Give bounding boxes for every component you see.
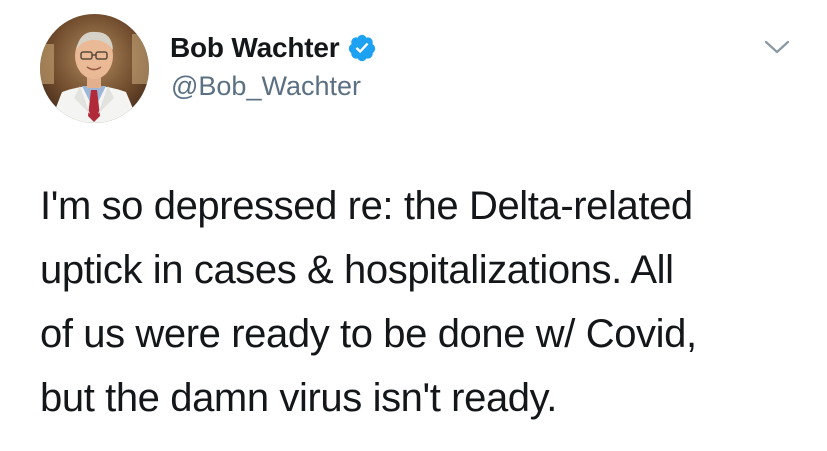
author-display-name[interactable]: Bob Wachter <box>170 32 340 64</box>
chevron-down-icon[interactable] <box>762 36 792 58</box>
tweet-text-line: uptick in cases & hospitalizations. All <box>40 248 674 292</box>
author-name-row[interactable]: Bob Wachter <box>170 30 377 66</box>
avatar-image <box>40 14 149 123</box>
tweet-text: I'm so depressed re: the Delta-related u… <box>40 174 800 430</box>
tweet-card: Bob Wachter @Bob_Wachter I'm so depresse… <box>0 0 827 451</box>
tweet-text-line: I'm so depressed re: the Delta-related <box>40 184 693 228</box>
avatar[interactable] <box>40 14 149 123</box>
verified-badge-icon <box>347 33 377 63</box>
author-handle[interactable]: @Bob_Wachter <box>171 71 361 102</box>
tweet-text-line: but the damn virus isn't ready. <box>40 376 557 420</box>
tweet-text-line: of us were ready to be done w/ Covid, <box>40 312 697 356</box>
